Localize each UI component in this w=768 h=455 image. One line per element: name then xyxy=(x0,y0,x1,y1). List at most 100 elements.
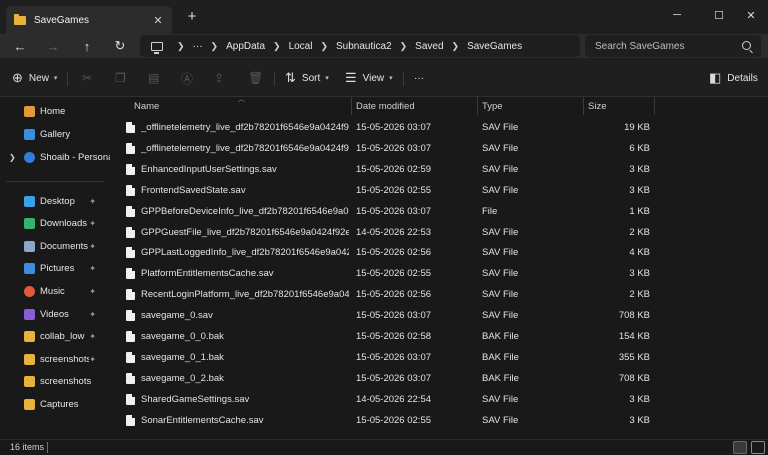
breadcrumb-appdata[interactable]: AppData xyxy=(226,41,265,52)
file-name: _offlinetelemetry_live_df2b78201f6546e9a… xyxy=(141,122,349,133)
sidebar-item-music[interactable]: Music ✦ xyxy=(0,281,110,301)
sidebar-item-captures[interactable]: Captures xyxy=(0,394,110,414)
forward-button[interactable]: → xyxy=(44,37,62,55)
file-type: SAV File xyxy=(482,142,519,154)
documents-icon xyxy=(24,240,35,252)
file-row[interactable]: SonarEntitlementsCache.sav 15-05-2026 02:… xyxy=(110,410,768,431)
tiles-view-icon[interactable] xyxy=(751,441,765,454)
file-row[interactable]: savegame_0.sav 15-05-2026 03:07 SAV File 70… xyxy=(110,305,768,326)
view-button[interactable]: ☰ View ▾ xyxy=(345,68,393,88)
paste-icon: ▤ xyxy=(148,71,160,85)
file-icon xyxy=(126,226,135,238)
file-row[interactable]: GPPBeforeDeviceInfo_live_df2b78201f6546e… xyxy=(110,201,768,222)
file-row[interactable]: _offlinetelemetry_live_df2b78201f6546e9a… xyxy=(110,138,768,159)
file-name: EnhancedInputUserSettings.sav xyxy=(141,163,277,175)
chevron-right-icon[interactable]: ❯ xyxy=(9,153,16,162)
file-icon xyxy=(126,372,135,384)
chevron-right-icon[interactable]: ❯ xyxy=(177,41,185,52)
sidebar-item-shoaib-personal[interactable]: ❯ Shoaib - Personal xyxy=(0,147,110,167)
file-row[interactable]: savegame_0_2.bak 15-05-2026 03:07 BAK File… xyxy=(110,368,768,389)
pin-icon: ✦ xyxy=(89,354,96,364)
column-divider[interactable] xyxy=(583,97,584,115)
file-size: 3 KB xyxy=(629,414,650,426)
sidebar-item-label: Home xyxy=(40,105,66,117)
column-divider[interactable] xyxy=(477,97,478,115)
file-row[interactable]: FrontendSavedState.sav 15-05-2026 02:55 SA… xyxy=(110,180,768,201)
file-row[interactable]: EnhancedInputUserSettings.sav 15-05-2026 … xyxy=(110,159,768,180)
up-button[interactable]: ↑ xyxy=(78,37,96,55)
sort-button[interactable]: ⇅ Sort ▾ xyxy=(285,68,329,88)
search-input[interactable]: Search SaveGames xyxy=(585,35,761,57)
sidebar-item-gallery[interactable]: Gallery xyxy=(0,124,110,144)
chevron-right-icon[interactable]: ❯ xyxy=(400,41,408,52)
sidebar-item-collab-low[interactable]: collab_low ✦ xyxy=(0,327,110,347)
chevron-right-icon[interactable]: ❯ xyxy=(320,41,328,52)
delete-button[interactable]: 🗑 xyxy=(248,68,263,88)
file-row[interactable]: _offlinetelemetry_live_df2b78201f6546e9a… xyxy=(110,117,768,138)
column-divider[interactable] xyxy=(654,97,655,115)
file-row[interactable]: PlatformEntitlementsCache.sav 15-05-2026 … xyxy=(110,263,768,284)
pin-icon: ✦ xyxy=(89,332,96,342)
column-header-name[interactable]: Name xyxy=(134,97,159,115)
cut-button[interactable]: ✂ xyxy=(82,68,92,88)
chevron-right-icon[interactable]: ❯ xyxy=(452,41,460,52)
details-pane-button[interactable]: ◧ Details xyxy=(709,68,758,88)
rename-icon: Ⓐ xyxy=(181,71,194,86)
chevron-right-icon[interactable]: ❯ xyxy=(273,41,281,52)
back-button[interactable]: ← xyxy=(11,37,29,55)
sidebar-item-desktop[interactable]: Desktop ✦ xyxy=(0,191,110,211)
sidebar-item-screenshots[interactable]: screenshots xyxy=(0,372,110,392)
file-row[interactable]: RecentLoginPlatform_live_df2b78201f6546e… xyxy=(110,284,768,305)
breadcrumb-subnautica2[interactable]: Subnautica2 xyxy=(336,41,392,52)
sidebar-item-documents[interactable]: Documents ✦ xyxy=(0,236,110,256)
new-button[interactable]: ⊕ New ▾ xyxy=(12,68,57,88)
share-button[interactable]: ⇪ xyxy=(214,68,224,88)
sidebar-item-screenshots[interactable]: screenshots ✦ xyxy=(0,349,110,369)
file-size: 19 KB xyxy=(624,122,650,133)
file-type: BAK File xyxy=(482,351,519,363)
cut-icon: ✂ xyxy=(82,71,93,85)
breadcrumb-local[interactable]: Local xyxy=(289,41,313,52)
new-tab-button[interactable]: + xyxy=(184,9,200,25)
share-icon: ⇪ xyxy=(214,71,225,85)
sidebar-item-pictures[interactable]: Pictures ✦ xyxy=(0,259,110,279)
refresh-button[interactable]: ↻ xyxy=(111,37,129,55)
tab-savegames[interactable]: SaveGames ✕ xyxy=(6,6,172,34)
file-row[interactable]: savegame_0_1.bak 15-05-2026 03:07 BAK File… xyxy=(110,347,768,368)
file-row[interactable]: savegame_0_0.bak 15-05-2026 02:58 BAK File… xyxy=(110,326,768,347)
file-icon xyxy=(126,268,135,280)
sidebar-item-downloads[interactable]: Downloads ✦ xyxy=(0,214,110,234)
breadcrumb-overflow[interactable]: ··· xyxy=(193,41,203,52)
breadcrumb-saved[interactable]: Saved xyxy=(415,41,443,52)
column-header-type[interactable]: Type xyxy=(482,97,503,115)
close-window-button[interactable]: ✕ xyxy=(730,0,768,30)
more-options-button[interactable]: ··· xyxy=(414,68,424,88)
column-header-size[interactable]: Size xyxy=(588,97,606,115)
rename-button[interactable]: Ⓐ xyxy=(181,68,193,88)
details-view-icon[interactable] xyxy=(733,441,747,454)
sidebar-item-label: Music xyxy=(40,285,65,297)
file-row[interactable]: GPPGuestFile_live_df2b78201f6546e9a0424f… xyxy=(110,222,768,243)
copy-button[interactable]: ❐ xyxy=(115,68,126,88)
command-bar: ⊕ New ▾ ✂ ❐ ▤ Ⓐ ⇪ 🗑 ⇅ Sort ▾ ☰ View ▾ ··… xyxy=(0,58,768,97)
sidebar-item-videos[interactable]: Videos ✦ xyxy=(0,304,110,324)
file-row[interactable]: SharedGameSettings.sav 14-05-2026 22:54 SA… xyxy=(110,389,768,410)
paste-button[interactable]: ▤ xyxy=(148,68,159,88)
chevron-down-icon: ▾ xyxy=(389,75,393,82)
this-pc-icon[interactable] xyxy=(151,41,163,54)
chevron-right-icon[interactable]: ❯ xyxy=(211,41,219,52)
column-divider[interactable] xyxy=(351,97,352,115)
sidebar-item-home[interactable]: Home xyxy=(0,101,110,121)
column-header-date[interactable]: Date modified xyxy=(356,97,415,115)
sort-label: Sort xyxy=(301,72,321,84)
minimize-button[interactable]: ─ xyxy=(656,0,698,30)
file-date-modified: 15-05-2026 03:07 xyxy=(356,310,432,322)
trash-icon: 🗑 xyxy=(248,71,264,85)
file-row[interactable]: GPPLastLoggedInfo_live_df2b78201f6546e9a… xyxy=(110,242,768,263)
address-bar[interactable]: ❯ ··· ❯ AppData ❯ Local ❯ Subnautica2 ❯ … xyxy=(140,35,580,57)
close-tab-icon[interactable]: ✕ xyxy=(150,12,166,28)
file-icon xyxy=(126,310,135,322)
breadcrumb-savegames[interactable]: SaveGames xyxy=(467,41,522,52)
file-type: SAV File xyxy=(482,184,519,196)
file-name: RecentLoginPlatform_live_df2b78201f6546e… xyxy=(141,289,349,301)
